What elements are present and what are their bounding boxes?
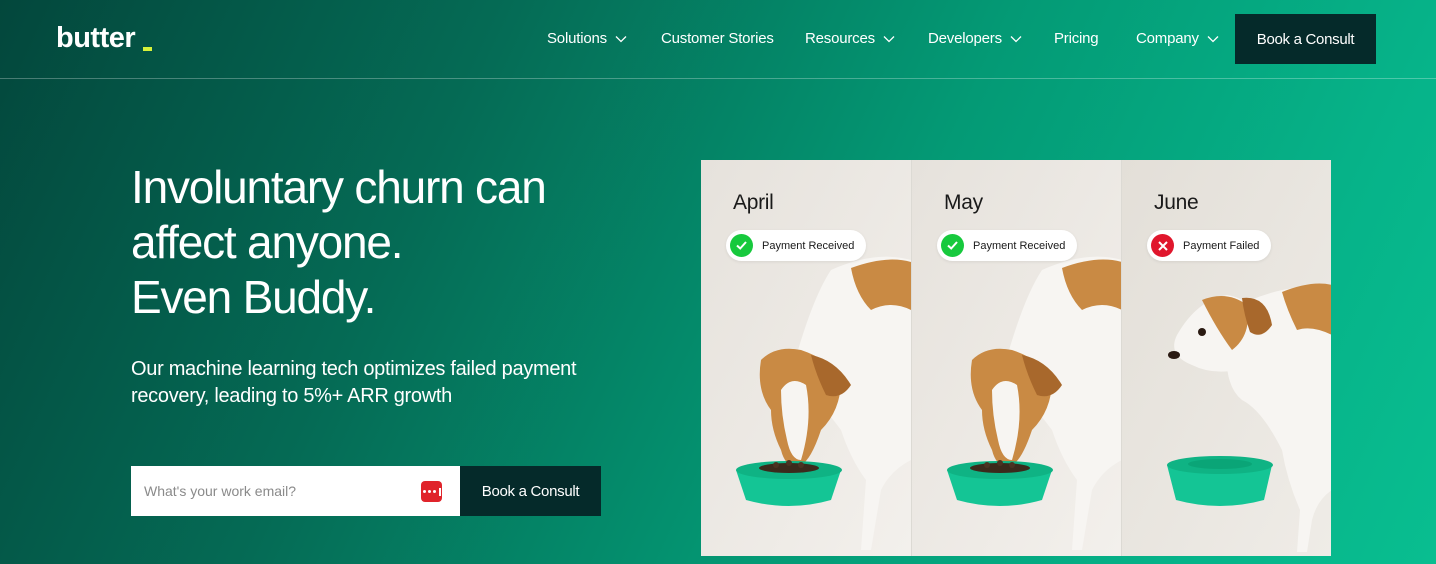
headline-line: affect anyone. — [131, 216, 404, 268]
payment-status-text: Payment Received — [762, 239, 855, 252]
logo-accent-dash — [143, 47, 152, 51]
payment-status-text: Payment Received — [973, 239, 1066, 252]
butter-logo[interactable]: butter — [56, 22, 136, 55]
password-manager-icon[interactable] — [421, 481, 442, 502]
nav-item-label: Resources — [805, 30, 875, 47]
nav-item-label: Customer Stories — [661, 30, 774, 47]
dog-empty-bowl-photo — [1122, 160, 1331, 556]
chevron-down-icon — [615, 35, 627, 42]
nav-item-solutions[interactable]: Solutions — [547, 30, 627, 47]
headline-line: Involuntary churn can — [131, 161, 547, 213]
book-consult-button[interactable]: Book a Consult — [460, 466, 601, 516]
work-email-input[interactable] — [131, 466, 460, 516]
nav-item-company[interactable]: Company — [1136, 30, 1219, 47]
email-signup-form: Book a Consult — [131, 466, 601, 516]
nav-item-resources[interactable]: Resources — [805, 30, 895, 47]
payment-status-text: Payment Failed — [1183, 239, 1260, 252]
payment-status-badge: Payment Received — [937, 230, 1078, 261]
nav-item-label: Solutions — [547, 30, 607, 47]
top-navigation: butter Solutions Customer Stories Resour… — [0, 0, 1436, 79]
month-label: June — [1154, 191, 1199, 214]
nav-item-label: Developers — [928, 30, 1002, 47]
nav-item-pricing[interactable]: Pricing — [1054, 30, 1099, 47]
month-label: April — [733, 191, 774, 214]
dog-eating-photo — [912, 160, 1121, 556]
payment-status-badge: Payment Failed — [1147, 230, 1272, 261]
x-icon — [1151, 234, 1174, 257]
nav-item-label: Pricing — [1054, 30, 1099, 47]
hero-subhead: Our machine learning tech optimizes fail… — [131, 358, 577, 407]
month-panel-may: May Payment Received — [911, 160, 1121, 556]
headline-line: Even Buddy. — [131, 271, 376, 323]
payment-status-badge: Payment Received — [726, 230, 867, 261]
month-panel-june: June Payment Failed — [1121, 160, 1331, 556]
nav-item-developers[interactable]: Developers — [928, 30, 1022, 47]
nav-item-customer-stories[interactable]: Customer Stories — [661, 30, 774, 47]
chevron-down-icon — [1010, 35, 1022, 42]
check-icon — [730, 234, 753, 257]
dog-eating-photo — [701, 160, 911, 556]
churn-illustration-gallery: April Payment Received May Payment Recei… — [701, 160, 1331, 556]
hero-headline: Involuntary churn can affect anyone. Eve… — [131, 160, 651, 325]
chevron-down-icon — [1207, 35, 1219, 42]
month-panel-april: April Payment Received — [701, 160, 911, 556]
month-label: May — [944, 191, 983, 214]
book-consult-nav-button[interactable]: Book a Consult — [1235, 14, 1376, 64]
nav-item-label: Company — [1136, 30, 1199, 47]
check-icon — [941, 234, 964, 257]
chevron-down-icon — [883, 35, 895, 42]
